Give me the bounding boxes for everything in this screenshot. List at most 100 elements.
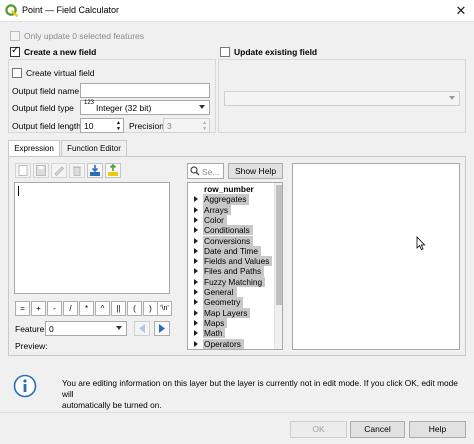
operator-divide-button[interactable]: / [63,301,78,316]
expand-arrow-icon[interactable] [194,227,198,234]
edit-mode-info-message: You are editing information on this laye… [62,378,467,411]
function-list-item[interactable]: General [188,287,274,298]
text-cursor [18,186,19,196]
delete-icon[interactable] [69,163,85,178]
output-field-length-spinbox[interactable]: 10 ▲ ▼ [80,118,124,133]
create-virtual-field-label: Create virtual field [26,68,95,78]
function-search-input[interactable]: Se... [187,163,224,179]
function-list-item-label: Date and Time [203,245,261,257]
function-list-item[interactable]: Date and Time [188,245,274,257]
function-list-scrollbar[interactable] [274,183,282,349]
function-list-item[interactable]: row_number [188,184,274,195]
operator-multiply-button[interactable]: * [79,301,94,316]
new-file-icon[interactable] [15,163,31,178]
precision-spinbox[interactable]: 3 ▲ ▼ [163,118,210,133]
create-new-field-label: Create a new field [24,47,97,57]
window-title: Point — Field Calculator [22,5,120,15]
output-field-name-input[interactable] [80,83,210,98]
arrow-right-icon [159,324,165,333]
mouse-cursor-icon [416,236,426,251]
existing-field-combo[interactable] [224,91,460,106]
help-button[interactable]: Help [409,421,466,438]
close-icon[interactable]: ✕ [451,2,471,20]
expand-arrow-icon[interactable] [194,309,198,316]
operator-open-paren-button[interactable]: ( [127,301,142,316]
scrollbar-thumb[interactable] [276,185,282,305]
expand-arrow-icon[interactable] [194,299,198,306]
edit-icon[interactable] [51,163,67,178]
save-icon[interactable] [33,163,49,178]
function-list-item[interactable]: Conditionals [188,225,274,236]
expand-arrow-icon[interactable] [194,278,198,285]
operator-concat-button[interactable]: || [111,301,126,316]
function-list-item-label: Fuzzy Matching [203,276,266,287]
create-new-field-checkbox[interactable] [10,45,20,57]
function-list-item-label: General [203,287,237,298]
function-list-item-label: Color [203,214,227,226]
expression-editor[interactable] [14,182,170,294]
cancel-button[interactable]: Cancel [350,421,405,438]
expand-arrow-icon[interactable] [194,206,198,213]
function-list-item[interactable]: Aggregates [188,194,274,205]
tab-expression[interactable]: Expression [8,140,60,156]
function-list[interactable]: row_number Aggregates Arrays Color Condition… [187,182,283,350]
output-field-type-combo[interactable]: 123 Integer (32 bit) [80,100,210,115]
function-list-item-label: Operators [203,338,244,349]
only-update-selected-checkbox[interactable] [10,31,20,41]
import-icon[interactable] [87,163,103,178]
create-virtual-field-checkbox[interactable] [12,68,22,78]
function-list-item[interactable]: Math [188,328,274,339]
expand-arrow-icon[interactable] [194,247,198,254]
expand-arrow-icon[interactable] [194,196,198,203]
precision-label: Precision [129,121,164,131]
operator-equals-button[interactable]: = [15,301,30,316]
expand-arrow-icon[interactable] [194,216,198,223]
function-list-item-label: Aggregates [203,194,250,205]
spin-arrows-icon: ▲ ▼ [202,120,207,132]
operator-newline-button[interactable]: '\n' [157,301,172,316]
operator-minus-button[interactable]: - [47,301,62,316]
function-list-item[interactable]: Map Layers [188,307,274,318]
precision-value: 3 [167,121,172,131]
function-list-item-label: Map Layers [203,307,251,318]
operator-power-button[interactable]: ^ [95,301,110,316]
expand-arrow-icon[interactable] [194,237,198,244]
function-list-item[interactable]: Geometry [188,297,274,308]
show-help-button[interactable]: Show Help [228,163,283,179]
output-field-length-value: 10 [84,121,94,131]
next-feature-button[interactable] [154,321,170,336]
function-list-item[interactable]: Fields and Values [188,256,274,267]
function-list-item[interactable]: Fuzzy Matching [188,276,274,287]
operator-close-paren-button[interactable]: ) [143,301,158,316]
feature-combo[interactable]: 0 [45,321,127,336]
expand-arrow-icon[interactable] [194,268,198,275]
feature-label: Feature [15,324,45,334]
expand-arrow-icon[interactable] [194,258,198,265]
info-message-line-1: You are editing information on this laye… [62,378,458,399]
function-list-item[interactable]: Operators [188,338,274,349]
function-list-item[interactable]: Arrays [188,204,274,215]
operator-plus-button[interactable]: + [31,301,46,316]
previous-feature-button[interactable] [134,321,150,336]
function-list-item-label: Files and Paths [203,266,265,277]
expand-arrow-icon[interactable] [194,319,198,326]
function-list-item-label: Conditionals [203,225,253,236]
function-list-item[interactable]: Conversions [188,235,274,246]
qgis-logo-icon [5,4,18,17]
function-list-item[interactable]: Files and Paths [188,266,274,277]
update-existing-field-checkbox[interactable] [220,47,230,57]
expand-arrow-icon[interactable] [194,340,198,347]
function-list-item[interactable]: Maps [188,317,274,329]
expand-arrow-icon[interactable] [194,330,198,337]
function-list-item[interactable]: Color [188,214,274,226]
function-list-item-label: Maps [203,317,228,329]
preview-label: Preview: [15,341,48,351]
expand-arrow-icon[interactable] [194,289,198,295]
function-search-placeholder: Se... [202,167,220,177]
tab-function-editor[interactable]: Function Editor [61,140,127,156]
export-icon[interactable] [105,163,121,178]
function-list-item-label: Geometry [203,297,244,308]
output-field-type-label: Output field type [12,103,74,113]
ok-button[interactable]: OK [290,421,347,438]
integer-type-icon: 123 [84,100,95,106]
